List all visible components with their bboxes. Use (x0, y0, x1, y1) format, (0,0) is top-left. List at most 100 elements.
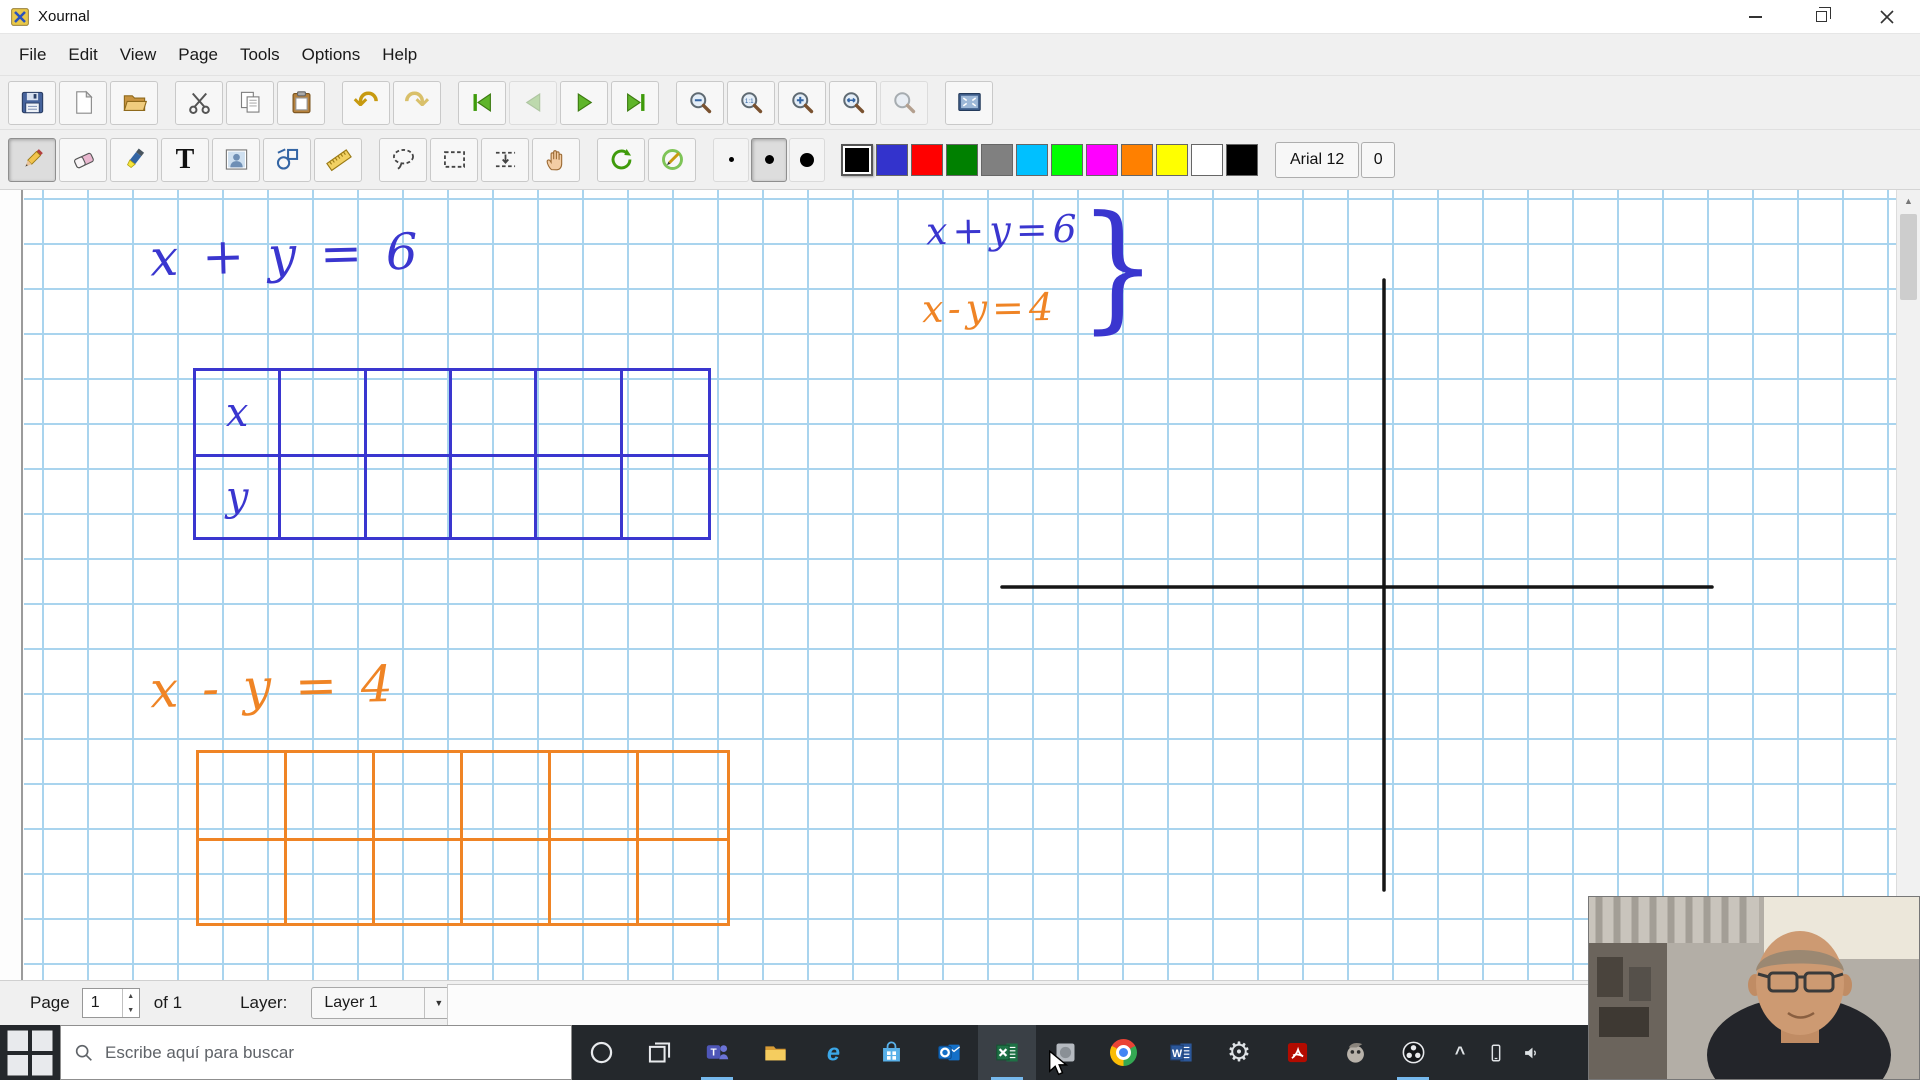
thickness-thick-button[interactable] (789, 138, 825, 182)
layer-dropdown[interactable]: Layer 1 ▼ (311, 987, 453, 1019)
color-swatch-magenta[interactable] (1086, 144, 1118, 176)
taskbar-cortana-button[interactable] (572, 1025, 630, 1080)
zoom-normal-button[interactable]: 1:1 (727, 81, 775, 125)
lasso-select-button[interactable] (379, 138, 427, 182)
color-swatch-lightgreen[interactable] (1051, 144, 1083, 176)
taskbar-store-button[interactable] (862, 1025, 920, 1080)
search-input[interactable] (105, 1043, 535, 1063)
page-number-value[interactable]: 1 (83, 989, 122, 1017)
rectangle-select-button[interactable] (430, 138, 478, 182)
open-button[interactable] (110, 81, 158, 125)
cut-button[interactable] (175, 81, 223, 125)
aux-button[interactable]: 0 (1361, 142, 1395, 178)
highlighter-tool-button[interactable] (110, 138, 158, 182)
color-swatch-green[interactable] (946, 144, 978, 176)
ruler-tool-button[interactable] (314, 138, 362, 182)
color-swatch-yellow[interactable] (1156, 144, 1188, 176)
zoom-out-icon (687, 89, 714, 116)
tray-expand-button[interactable]: ^ (1442, 1025, 1478, 1080)
copy-button[interactable] (226, 81, 274, 125)
thickness-fine-button[interactable] (713, 138, 749, 182)
next-page-icon (571, 89, 598, 116)
taskbar-word-button[interactable]: W (1152, 1025, 1210, 1080)
next-page-button[interactable] (560, 81, 608, 125)
save-button[interactable] (8, 81, 56, 125)
shape-recognizer-button[interactable] (263, 138, 311, 182)
undo-button[interactable]: ↶ (342, 81, 390, 125)
image-tool-button[interactable] (212, 138, 260, 182)
close-button[interactable] (1854, 0, 1920, 33)
new-button[interactable] (59, 81, 107, 125)
taskbar-edge-button[interactable]: e (804, 1025, 862, 1080)
menu-tools[interactable]: Tools (229, 40, 291, 70)
font-button[interactable]: Arial 12 (1275, 142, 1359, 178)
taskbar-outlook-button[interactable] (920, 1025, 978, 1080)
menu-file[interactable]: File (8, 40, 57, 70)
taskbar-file-explorer-button[interactable] (746, 1025, 804, 1080)
text-tool-button[interactable]: T (161, 138, 209, 182)
taskbar-obs-button[interactable] (1384, 1025, 1442, 1080)
hand-tool-button[interactable] (532, 138, 580, 182)
menu-view[interactable]: View (109, 40, 168, 70)
menu-options[interactable]: Options (291, 40, 372, 70)
page-spin-down[interactable]: ▼ (123, 1003, 139, 1017)
color-swatch-gray[interactable] (981, 144, 1013, 176)
restore-button[interactable] (1788, 0, 1854, 33)
zoom-out-button[interactable] (676, 81, 724, 125)
color-swatch-black-2[interactable] (1226, 144, 1258, 176)
menu-edit[interactable]: Edit (57, 40, 108, 70)
taskbar-gimp-button[interactable] (1326, 1025, 1384, 1080)
start-button[interactable] (0, 1025, 60, 1080)
zoom-page-width-button[interactable] (829, 81, 877, 125)
taskbar-teams-button[interactable]: T (688, 1025, 746, 1080)
first-page-button[interactable] (458, 81, 506, 125)
last-page-button[interactable] (611, 81, 659, 125)
page-spin-up[interactable]: ▲ (123, 989, 139, 1003)
first-page-icon (469, 89, 496, 116)
acrobat-reader-icon (1284, 1039, 1311, 1066)
scroll-up-button[interactable]: ▲ (1897, 190, 1920, 212)
taskbar-search-box[interactable] (60, 1025, 572, 1080)
fullscreen-button[interactable] (945, 81, 993, 125)
page-number-spinbox[interactable]: 1 ▲ ▼ (82, 988, 140, 1018)
taskbar-photos-button[interactable] (1036, 1025, 1094, 1080)
tray-volume-button[interactable] (1514, 1025, 1550, 1080)
table-cell (537, 371, 622, 454)
default-settings-button[interactable] (597, 138, 645, 182)
taskbar-excel-button[interactable] (978, 1025, 1036, 1080)
taskbar-chrome-button[interactable] (1094, 1025, 1152, 1080)
color-swatch-blue[interactable] (876, 144, 908, 176)
vertical-space-button[interactable] (481, 138, 529, 182)
svg-text:W: W (1171, 1048, 1182, 1060)
color-swatch-red[interactable] (911, 144, 943, 176)
taskbar-acrobat-button[interactable] (1268, 1025, 1326, 1080)
table-cell (367, 371, 452, 454)
canvas-area: x + y = 6 x y x+y=6 x-y=4 } x - y = 4 (0, 190, 1920, 980)
zoom-select-button[interactable] (880, 81, 928, 125)
zoom-in-button[interactable] (778, 81, 826, 125)
default-pen-button[interactable] (648, 138, 696, 182)
redo-button[interactable]: ↷ (393, 81, 441, 125)
minimize-button[interactable] (1722, 0, 1788, 33)
system-equation-blue: x+y=6 (926, 207, 1083, 254)
previous-page-button[interactable] (509, 81, 557, 125)
pen-tool-button[interactable] (8, 138, 56, 182)
menu-page[interactable]: Page (167, 40, 229, 70)
vertical-scrollbar-thumb[interactable] (1900, 214, 1917, 300)
taskbar-settings-button[interactable]: ⚙ (1210, 1025, 1268, 1080)
color-swatch-lightblue[interactable] (1016, 144, 1048, 176)
menu-help[interactable]: Help (371, 40, 428, 70)
lasso-icon (390, 146, 417, 173)
paste-button[interactable] (277, 81, 325, 125)
tools-toolbar: T (0, 130, 1920, 190)
taskbar-task-view-button[interactable] (630, 1025, 688, 1080)
vertical-scrollbar[interactable]: ▲ ▼ (1896, 190, 1920, 980)
hand-icon (543, 146, 570, 173)
color-swatch-orange[interactable] (1121, 144, 1153, 176)
color-swatch-black[interactable] (841, 144, 873, 176)
tray-device-button[interactable] (1478, 1025, 1514, 1080)
thickness-medium-button[interactable] (751, 138, 787, 182)
eraser-tool-button[interactable] (59, 138, 107, 182)
eraser-icon (70, 146, 97, 173)
color-swatch-white[interactable] (1191, 144, 1223, 176)
